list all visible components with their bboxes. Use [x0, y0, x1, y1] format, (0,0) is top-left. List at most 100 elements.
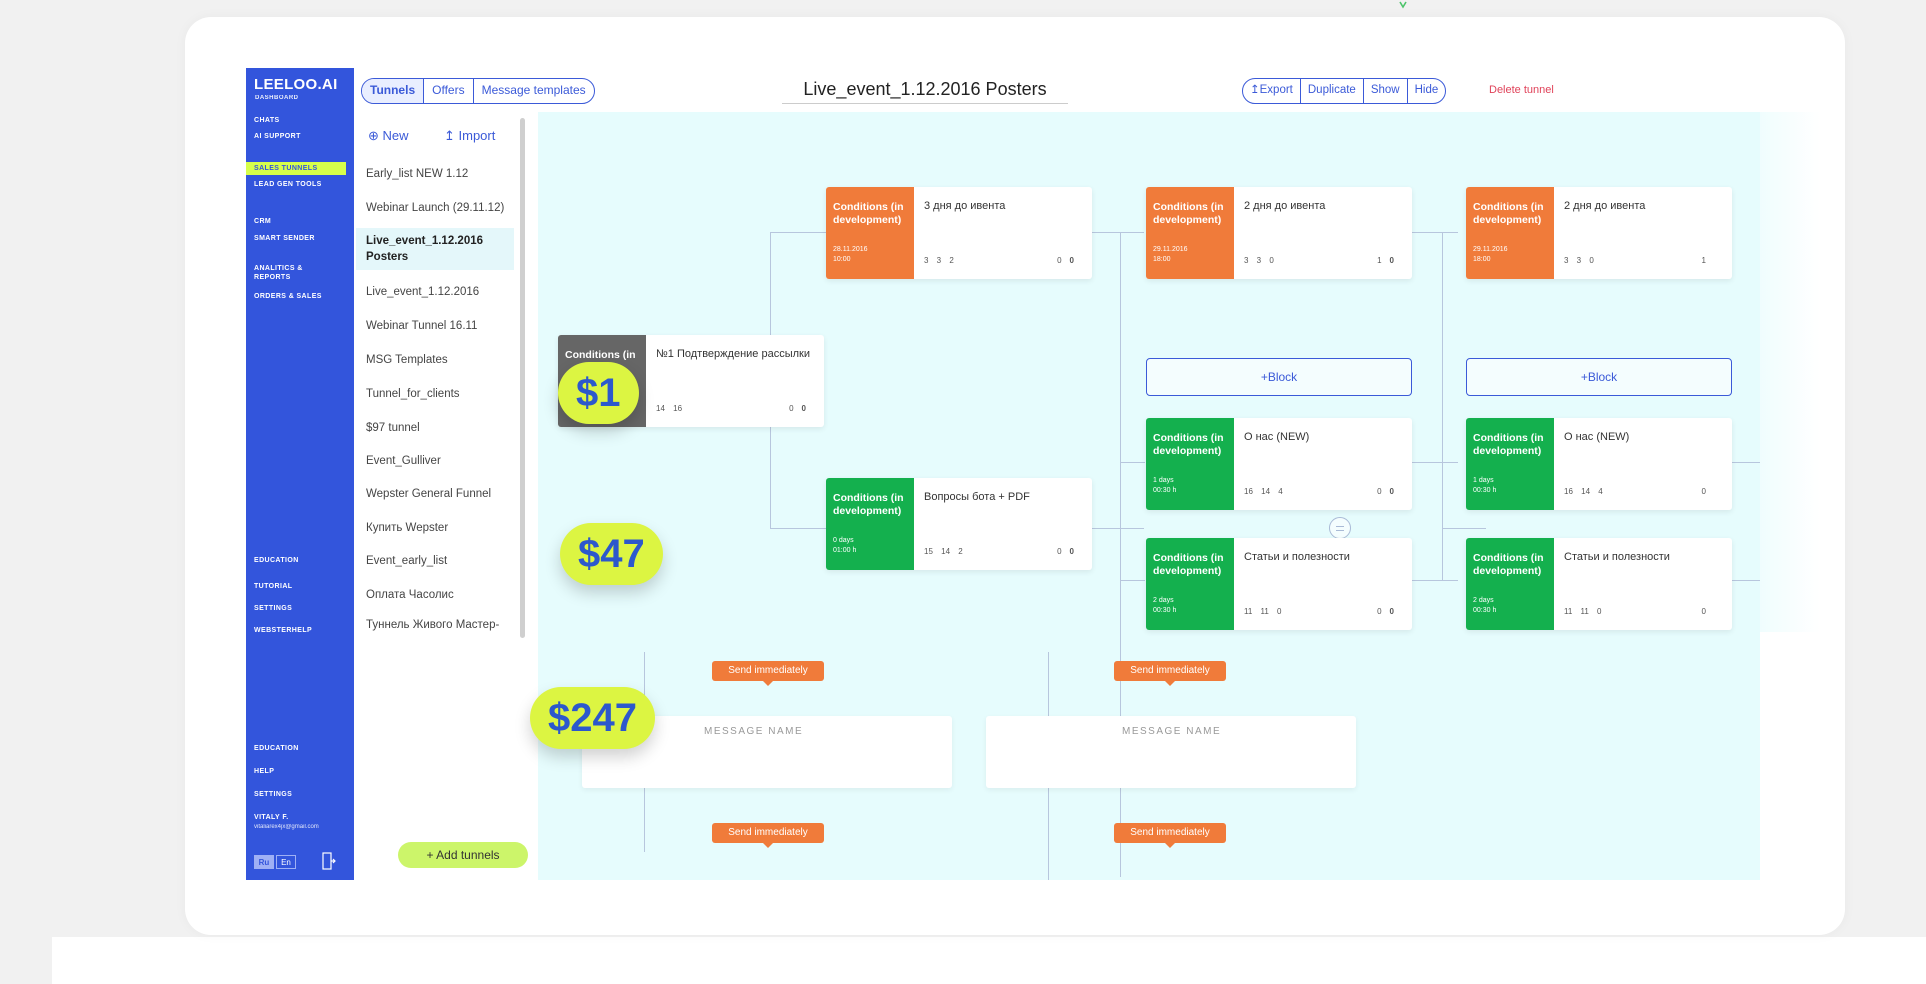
- lang-ru-button[interactable]: Ru: [254, 855, 274, 869]
- tunnel-list-scrollbar[interactable]: [520, 118, 525, 638]
- node-condition-panel: Conditions (in development) 0 days 01:00 …: [826, 478, 914, 570]
- tunnel-list-item[interactable]: Webinar Tunnel 16.11: [366, 320, 526, 332]
- tunnel-list-item[interactable]: Wepster General Funnel: [366, 488, 526, 500]
- logout-icon[interactable]: [322, 852, 336, 870]
- node-condition-label: Conditions (in development): [1153, 552, 1224, 577]
- tunnel-canvas[interactable]: Conditions (in №1 Подтверждение рассылки…: [538, 112, 1760, 880]
- node-message-name: О нас (NEW): [1244, 431, 1310, 443]
- nav-item-help[interactable]: HELP: [254, 767, 350, 776]
- arrow-down-icon: [1399, 1, 1407, 9]
- tunnel-list-item[interactable]: Event_Gulliver: [366, 455, 526, 467]
- connector-line: [1092, 528, 1144, 530]
- message-name-placeholder: MESSAGE NAME: [704, 726, 804, 737]
- tunnel-list-item[interactable]: Tunnel_for_clients: [366, 388, 526, 400]
- send-immediately-tag[interactable]: Send immediately: [712, 661, 824, 686]
- tab-offers[interactable]: Offers: [424, 79, 474, 103]
- node-schedule: 2 days 00:30 h: [1473, 597, 1497, 614]
- hide-button[interactable]: Hide: [1408, 79, 1446, 103]
- message-card[interactable]: MESSAGE NAME: [986, 716, 1356, 788]
- connector-line: [1121, 580, 1145, 582]
- node-stats: 3 3 0: [1564, 256, 1594, 265]
- connector-line: [1410, 580, 1458, 582]
- tunnel-list-item[interactable]: Early_list NEW 1.12: [366, 168, 526, 180]
- nav-item-crm[interactable]: CRM: [254, 217, 350, 226]
- tunnel-node[interactable]: Conditions (in development) 1 days 00:30 …: [1466, 418, 1732, 510]
- node-schedule: 1 days 00:30 h: [1153, 477, 1177, 494]
- node-stats: 3 3 0: [1244, 256, 1274, 265]
- canvas-fade: [1760, 112, 1820, 632]
- tunnel-list-item[interactable]: Оплата Часолис: [366, 589, 526, 601]
- nav-item-sales-tunnels[interactable]: SALES TUNNELS: [246, 162, 346, 175]
- nav-item-settings-bottom[interactable]: SETTINGS: [254, 790, 350, 799]
- branch-junction[interactable]: [1329, 517, 1351, 539]
- duplicate-button[interactable]: Duplicate: [1301, 79, 1364, 103]
- tunnel-title-input[interactable]: Live_event_1.12.2016 Posters: [782, 76, 1068, 104]
- tunnel-list-item[interactable]: Live_event_1.12.2016: [366, 286, 526, 298]
- export-button[interactable]: ↥Export: [1243, 79, 1301, 103]
- node-condition-panel: Conditions (in development) 1 days 00:30 …: [1146, 418, 1234, 510]
- node-condition-label: Conditions (in development): [833, 492, 904, 517]
- tab-tunnels[interactable]: Tunnels: [362, 79, 425, 103]
- tunnel-list-item[interactable]: Event_early_list: [366, 555, 526, 567]
- nav-item-tutorial[interactable]: TUTORIAL: [254, 582, 350, 591]
- node-message-name: 3 дня до ивента: [924, 200, 1006, 212]
- node-stats-right: 00: [1377, 487, 1394, 496]
- add-block-button[interactable]: +Block: [1466, 358, 1732, 396]
- show-button[interactable]: Show: [1364, 79, 1408, 103]
- nav-item-analitics-reports[interactable]: ANALITICS & REPORTS: [254, 264, 314, 282]
- app-logo[interactable]: LEELOO.AI: [254, 76, 338, 93]
- tunnel-list-item[interactable]: MSG Templates: [366, 354, 526, 366]
- delete-tunnel-link[interactable]: Delete tunnel: [1489, 84, 1554, 96]
- add-tunnels-button[interactable]: + Add tunnels: [398, 842, 528, 868]
- node-condition-panel: Conditions (in development) 29.11.2016 18…: [1466, 187, 1554, 279]
- connector-line: [1442, 462, 1444, 580]
- import-tunnel-button[interactable]: ↥ Import: [444, 128, 495, 144]
- nav-item-education[interactable]: EDUCATION: [254, 556, 350, 565]
- nav-item-settings[interactable]: SETTINGS: [254, 604, 350, 613]
- tab-message-templates[interactable]: Message templates: [474, 79, 594, 103]
- tunnel-node[interactable]: Conditions (in development) 0 days 01:00 …: [826, 478, 1092, 570]
- node-condition-panel: Conditions (in development) 28.11.2016 10…: [826, 187, 914, 279]
- send-immediately-tag[interactable]: Send immediately: [1114, 661, 1226, 686]
- nav-item-orders-sales[interactable]: ORDERS & SALES: [254, 292, 350, 301]
- node-schedule: 1 days 00:30 h: [1473, 477, 1497, 494]
- node-condition-panel: Conditions (in development) 2 days 00:30 …: [1146, 538, 1234, 630]
- node-message-name: Вопросы бота + PDF: [924, 491, 1030, 503]
- nav-item-lead-gen-tools[interactable]: LEAD GEN TOOLS: [254, 180, 350, 189]
- tunnel-node[interactable]: Conditions (in development) 2 days 00:30 …: [1146, 538, 1412, 630]
- connector-line: [1728, 580, 1760, 582]
- tunnel-node[interactable]: Conditions (in development) 1 days 00:30 …: [1146, 418, 1412, 510]
- node-schedule: 0 days 01:00 h: [833, 537, 857, 554]
- user-name[interactable]: VITALY F.: [254, 813, 350, 822]
- tunnel-list-item[interactable]: Купить Wepster: [366, 522, 526, 534]
- nav-item-chats[interactable]: CHATS: [254, 116, 350, 125]
- send-immediately-tag[interactable]: Send immediately: [1114, 823, 1226, 848]
- nav-item-ai-support[interactable]: AI SUPPORT: [254, 132, 350, 141]
- node-condition-panel: Conditions (in development) 1 days 00:30 …: [1466, 418, 1554, 510]
- nav-item-education-bottom[interactable]: EDUCATION: [254, 744, 350, 753]
- tunnel-list-item[interactable]: Webinar Launch (29.11.12): [366, 202, 526, 214]
- node-schedule: 2 days 00:30 h: [1153, 597, 1177, 614]
- lang-en-button[interactable]: En: [276, 855, 296, 869]
- tunnel-list-item[interactable]: $97 tunnel: [366, 422, 526, 434]
- node-condition-label: Conditions (in development): [1153, 201, 1224, 226]
- tunnel-node[interactable]: Conditions (in development) 2 days 00:30 …: [1466, 538, 1732, 630]
- stage: LEELOO.AI DASHBOARD CHATS AI SUPPORT SAL…: [0, 0, 1926, 984]
- node-condition-label: Conditions (in development): [833, 201, 904, 226]
- add-block-button[interactable]: +Block: [1146, 358, 1412, 396]
- new-tunnel-button[interactable]: ⊕ New: [368, 128, 409, 144]
- nav-item-websterhelp[interactable]: WEBSTERHELP: [254, 626, 350, 635]
- tunnel-node[interactable]: Conditions (in development) 29.11.2016 18…: [1466, 187, 1732, 279]
- section-tabs: Tunnels Offers Message templates: [361, 78, 595, 104]
- nav-item-smart-sender[interactable]: SMART SENDER: [254, 234, 350, 243]
- tunnel-node[interactable]: Conditions (in development) 28.11.2016 10…: [826, 187, 1092, 279]
- node-condition-label: Conditions (in development): [1473, 432, 1544, 457]
- tunnel-list-item-active[interactable]: Live_event_1.12.2016 Posters: [356, 228, 514, 270]
- tunnel-list-item[interactable]: Туннель Живого Мастер-: [366, 619, 526, 631]
- send-immediately-tag[interactable]: Send immediately: [712, 823, 824, 848]
- tunnel-node[interactable]: Conditions (in development) 29.11.2016 18…: [1146, 187, 1412, 279]
- node-stats: 16 14 4: [1244, 487, 1283, 496]
- price-badge-247: $247: [530, 687, 655, 749]
- node-stats-right: 00: [789, 404, 806, 413]
- node-stats-right: 00: [1377, 607, 1394, 616]
